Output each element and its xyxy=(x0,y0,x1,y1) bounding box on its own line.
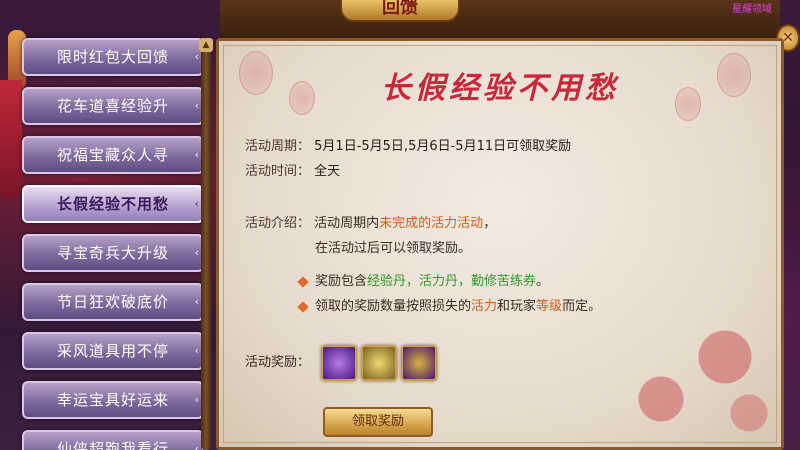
sidebar-menu: 限时红包大回馈 ‹ 花车道喜经验升 ‹ 祝福宝藏众人寻 ‹ 长假经验不用愁 ‹ … xyxy=(22,38,212,450)
sidebar-item-blessing-treasure[interactable]: 祝福宝藏众人寻 ‹ xyxy=(22,136,204,174)
tassel-decoration xyxy=(0,80,22,200)
bullet2-text-a: 领取的奖励数量按照损失的 xyxy=(315,299,472,314)
bullet2-highlight-level: 等级 xyxy=(536,299,563,314)
sidebar-item-label: 仙侠超跑我看行 xyxy=(56,440,169,450)
bullet-rewards: 奖励包含经验丹，活力丹，勤修苦练券。 xyxy=(297,270,550,289)
chevron-left-icon: ‹ xyxy=(194,246,200,259)
chevron-left-icon: ‹ xyxy=(194,148,200,161)
sidebar-item-flower-car[interactable]: 花车道喜经验升 ‹ xyxy=(22,87,204,125)
intro-highlight: 未完成的活力活动 xyxy=(379,216,484,231)
sidebar-item-label: 节日狂欢破底价 xyxy=(56,293,169,311)
bullet2-highlight-vitality: 活力 xyxy=(471,299,498,314)
sidebar-scrollbar[interactable] xyxy=(201,44,211,450)
coin-stack-icon[interactable] xyxy=(361,345,397,381)
ticket-icon[interactable] xyxy=(321,345,357,381)
sidebar-item-label: 限时红包大回馈 xyxy=(56,48,169,66)
bullet-amount: 领取的奖励数量按照损失的活力和玩家等级而定。 xyxy=(297,295,602,314)
sidebar-item-label: 长假经验不用愁 xyxy=(56,195,169,213)
sidebar-item-label: 幸运宝具好运来 xyxy=(56,391,169,409)
bullet2-text-e: 而定。 xyxy=(562,299,602,314)
period-label: 活动周期： xyxy=(245,139,311,154)
bullet1-text-a: 奖励包含 xyxy=(315,274,368,289)
time-row: 活动时间： 全天 xyxy=(245,160,340,179)
sidebar-item-label: 寻宝奇兵大升级 xyxy=(56,244,169,262)
intro-text-a: 活动周期内 xyxy=(314,216,380,231)
sidebar-item-label: 祝福宝藏众人寻 xyxy=(56,146,169,164)
scroll-icon[interactable] xyxy=(401,345,437,381)
panel-title: 长假经验不用愁 xyxy=(381,71,619,106)
sidebar-item-holiday-exp[interactable]: 长假经验不用愁 ‹ xyxy=(22,185,204,223)
intro-text-c: ， xyxy=(483,216,497,231)
sidebar-item-lucky-treasure[interactable]: 幸运宝具好运来 ‹ xyxy=(22,381,204,419)
diamond-bullet-icon xyxy=(297,275,309,288)
sidebar-item-supercar[interactable]: 仙侠超跑我看行 ‹ xyxy=(22,430,204,450)
scroll-up-arrow-icon[interactable]: ▲ xyxy=(199,38,213,52)
bullet1-text-c: 。 xyxy=(536,274,550,289)
period-value: 5月1日-5月5日,5月6日-5月11日可领取奖励 xyxy=(314,139,572,154)
window-title: 回馈 xyxy=(340,0,460,22)
period-row: 活动周期： 5月1日-5月5日,5月6日-5月11日可领取奖励 xyxy=(245,135,571,154)
time-label: 活动时间： xyxy=(245,164,311,179)
top-frame xyxy=(220,0,780,40)
diamond-bullet-icon xyxy=(297,300,309,313)
intro-row: 活动介绍： 活动周期内未完成的活力活动， xyxy=(245,212,496,231)
paper-cut-decoration xyxy=(613,301,773,441)
sidebar-item-treasure-hunt[interactable]: 寻宝奇兵大升级 ‹ xyxy=(22,234,204,272)
sidebar-item-collect-items[interactable]: 采风道具用不停 ‹ xyxy=(22,332,204,370)
bullet2-text-c: 和玩家 xyxy=(497,299,537,314)
sidebar-item-red-packet[interactable]: 限时红包大回馈 ‹ xyxy=(22,38,204,76)
intro-line2: 在活动过后可以领取奖励。 xyxy=(315,241,472,256)
chevron-left-icon: ‹ xyxy=(194,442,200,450)
sidebar-item-label: 采风道具用不停 xyxy=(56,342,169,360)
bullet1-highlight: 经验丹，活力丹，勤修苦练券 xyxy=(367,274,537,289)
corner-label: 星耀领域 xyxy=(732,4,772,15)
claim-reward-button[interactable]: 领取奖励 xyxy=(323,407,433,437)
chevron-left-icon: ‹ xyxy=(194,393,200,406)
chevron-left-icon: ‹ xyxy=(194,197,200,210)
chevron-left-icon: ‹ xyxy=(194,295,200,308)
activity-panel: 长假经验不用愁 活动周期： 5月1日-5月5日,5月6日-5月11日可领取奖励 … xyxy=(216,38,784,450)
intro-label: 活动介绍： xyxy=(245,216,311,231)
chevron-left-icon: ‹ xyxy=(194,99,200,112)
sidebar-item-label: 花车道喜经验升 xyxy=(56,97,169,115)
time-value: 全天 xyxy=(314,164,341,179)
chevron-left-icon: ‹ xyxy=(194,344,200,357)
sidebar-item-festival-sale[interactable]: 节日狂欢破底价 ‹ xyxy=(22,283,204,321)
reward-label: 活动奖励： xyxy=(245,355,311,370)
